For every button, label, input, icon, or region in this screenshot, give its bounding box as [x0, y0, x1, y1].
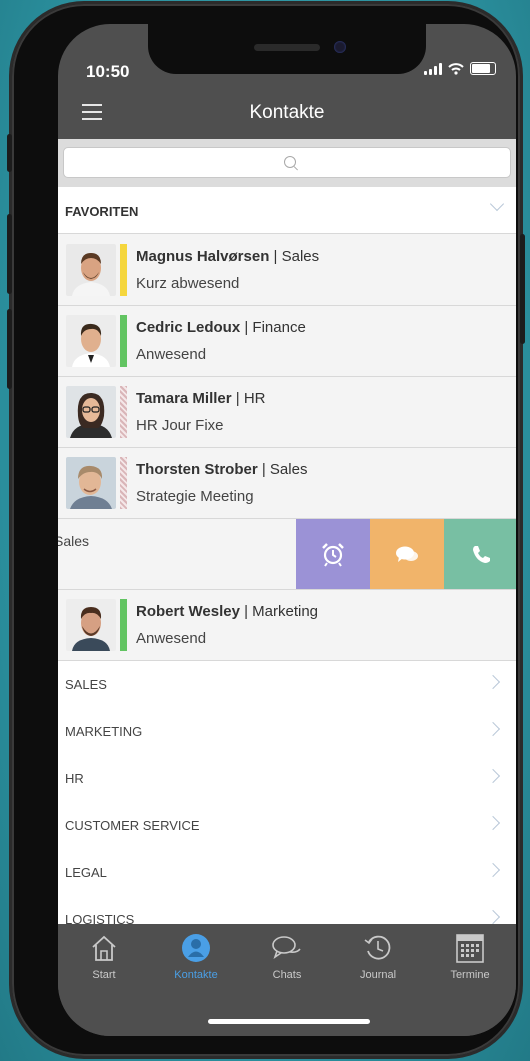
- phone-icon: [473, 546, 490, 563]
- group-row-marketing[interactable]: MARKETING: [58, 708, 516, 756]
- tab-label: Kontakte: [174, 969, 218, 981]
- tab-label: Chats: [272, 969, 302, 981]
- avatar: [66, 386, 116, 438]
- tab-start[interactable]: Start: [64, 932, 144, 981]
- contact-department: | HR: [231, 390, 266, 407]
- chevron-right-icon: [485, 768, 501, 784]
- swiped-contact-row[interactable]: Sales: [58, 519, 516, 590]
- contact-row[interactable]: Cedric Ledoux | Finance Anwesend: [58, 306, 516, 377]
- status-indicator: [120, 315, 127, 367]
- volume-up-button: [7, 214, 12, 294]
- group-row-legal[interactable]: LEGAL: [58, 849, 516, 897]
- contact-name: Robert Wesley: [136, 603, 240, 620]
- contacts-icon: [156, 932, 236, 966]
- front-camera: [334, 41, 346, 53]
- contact-name: Thorsten Strober: [136, 461, 258, 478]
- contact-status: Anwesend: [136, 346, 207, 363]
- alarm-clock-icon: [322, 543, 344, 567]
- status-indicator: [120, 457, 127, 509]
- chat-button[interactable]: [370, 519, 444, 589]
- contact-name: Cedric Ledoux: [136, 319, 241, 336]
- avatar: [66, 244, 116, 296]
- status-time: 10:50: [86, 62, 130, 81]
- contact-name-line: Robert Wesley | Marketing: [136, 603, 318, 620]
- phone-frame: 10:50 Kontakte FAVORITEN Magnus Halvørse…: [7, 4, 525, 1056]
- reminder-button[interactable]: [296, 519, 370, 589]
- contact-status: HR Jour Fixe: [136, 417, 224, 434]
- tab-termine[interactable]: Termine: [430, 932, 510, 981]
- tab-chats[interactable]: Chats: [247, 932, 327, 981]
- group-row-customer-service[interactable]: CUSTOMER SERVICE: [58, 802, 516, 850]
- signal-icon: [424, 62, 442, 75]
- group-label: LEGAL: [65, 865, 107, 880]
- tab-journal[interactable]: Journal: [338, 932, 418, 981]
- favorites-label: FAVORITEN: [65, 204, 139, 219]
- contacts-list: FAVORITEN Magnus Halvørsen | Sales Kurz …: [58, 139, 516, 944]
- tab-label: Termine: [450, 969, 490, 981]
- contact-row[interactable]: Magnus Halvørsen | Sales Kurz abwesend: [58, 235, 516, 306]
- mute-switch: [7, 134, 12, 172]
- group-label: SALES: [65, 677, 107, 692]
- volume-down-button: [7, 309, 12, 389]
- favorites-header[interactable]: FAVORITEN: [58, 187, 516, 234]
- contact-department: | Sales: [269, 248, 320, 265]
- tab-kontakte[interactable]: Kontakte: [156, 932, 236, 981]
- chat-bubbles-icon: [396, 546, 418, 562]
- power-button: [520, 234, 525, 344]
- tab-label: Journal: [359, 969, 397, 981]
- chevron-down-icon[interactable]: [489, 196, 505, 212]
- battery-icon: [470, 62, 496, 75]
- search-bar: [58, 139, 516, 187]
- contact-row[interactable]: Tamara Miller | HR HR Jour Fixe: [58, 377, 516, 448]
- chevron-right-icon: [485, 815, 501, 831]
- contact-department: | Marketing: [239, 603, 319, 620]
- group-label: MARKETING: [65, 724, 143, 739]
- history-icon: [338, 932, 418, 966]
- status-indicator: [120, 244, 127, 296]
- group-label: CUSTOMER SERVICE: [65, 818, 200, 833]
- status-indicator: [120, 386, 127, 438]
- calendar-icon: [430, 932, 510, 966]
- group-row-hr[interactable]: HR: [58, 755, 516, 803]
- chevron-right-icon: [485, 721, 501, 737]
- page-title: Kontakte: [249, 102, 325, 123]
- search-icon: [284, 156, 296, 168]
- contact-status: Anwesend: [136, 630, 207, 647]
- avatar: [66, 599, 116, 651]
- tab-label: Start: [92, 969, 116, 981]
- contact-name-line: Magnus Halvørsen | Sales: [136, 248, 319, 265]
- screen: 10:50 Kontakte FAVORITEN Magnus Halvørse…: [58, 24, 516, 1036]
- contact-department: | Sales: [257, 461, 308, 478]
- contact-name-line: Cedric Ledoux | Finance: [136, 319, 306, 336]
- search-input[interactable]: [63, 147, 511, 178]
- status-indicator: [120, 599, 127, 651]
- notch: [148, 24, 426, 74]
- avatar: [66, 457, 116, 509]
- chevron-right-icon: [485, 909, 501, 925]
- group-label: HR: [65, 771, 84, 786]
- contact-name: Magnus Halvørsen: [136, 248, 270, 265]
- home-indicator[interactable]: [208, 1019, 370, 1024]
- contact-status: Strategie Meeting: [136, 488, 254, 505]
- group-row-sales[interactable]: SALES: [58, 661, 516, 709]
- speaker: [254, 44, 320, 51]
- home-icon: [64, 932, 144, 966]
- contact-name-line: Thorsten Strober | Sales: [136, 461, 307, 478]
- avatar: [66, 315, 116, 367]
- wifi-icon: [448, 62, 464, 75]
- chat-icon: [247, 932, 327, 966]
- chevron-right-icon: [485, 674, 501, 690]
- contact-department: | Finance: [240, 319, 306, 336]
- status-icons: [424, 62, 496, 75]
- contact-name: Tamara Miller: [136, 390, 232, 407]
- call-button[interactable]: [444, 519, 516, 589]
- contact-department: Sales: [58, 533, 90, 549]
- chevron-right-icon: [485, 862, 501, 878]
- contact-name-line: Tamara Miller | HR: [136, 390, 266, 407]
- contact-status: Kurz abwesend: [136, 275, 240, 292]
- contact-row[interactable]: Robert Wesley | Marketing Anwesend: [58, 590, 516, 661]
- contact-row[interactable]: Thorsten Strober | Sales Strategie Meeti…: [58, 448, 516, 519]
